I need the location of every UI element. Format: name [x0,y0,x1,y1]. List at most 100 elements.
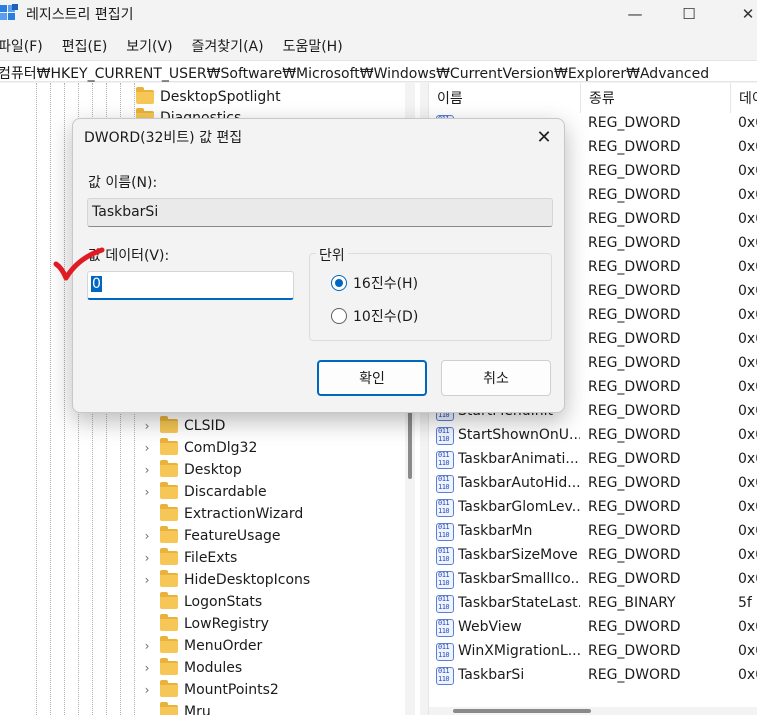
value-data: 0x0 [738,211,757,227]
column-header-type[interactable]: 종류 [581,83,731,113]
chevron-right-icon[interactable]: › [140,441,154,455]
value-data: 0x0 [738,235,757,251]
tree-item[interactable]: ExtractionWizard [140,503,303,525]
value-row[interactable]: TaskbarAnimati... REG_DWORD 0x0 [429,448,757,472]
radio-unchecked-icon[interactable] [331,308,347,324]
value-name: WebView [458,619,522,635]
value-type: REG_DWORD [588,643,681,659]
tree-item[interactable]: LogonStats [140,591,262,613]
chevron-right-icon[interactable]: › [140,419,154,433]
tree-item[interactable]: › HideDesktopIcons [140,569,310,591]
menu-view[interactable]: 보기(V) [126,30,181,58]
value-name: TaskbarSizeMove [458,547,578,563]
title-bar: 레지스트리 편집기 — ☐ ✕ [0,0,757,28]
address-path[interactable]: 컴퓨터₩HKEY_CURRENT_USER₩Software₩Microsoft… [0,63,709,83]
value-row[interactable]: TaskbarAutoHid... REG_DWORD 0x0 [429,472,757,496]
tree-item[interactable]: Mru [140,701,211,715]
menu-edit[interactable]: 편집(E) [62,30,117,58]
hexadecimal-radio[interactable]: 16진수(H) [331,273,418,293]
chevron-right-icon[interactable]: › [140,463,154,477]
close-icon[interactable]: ✕ [725,0,757,28]
tree-item-label: LogonStats [184,594,263,610]
menu-bar: 파일(F) 편집(E) 보기(V) 즐겨찾기(A) 도움말(H) [0,30,362,58]
value-row[interactable]: TaskbarSmallIco... REG_DWORD 0x0 [429,568,757,592]
address-bar[interactable]: 컴퓨터₩HKEY_CURRENT_USER₩Software₩Microsoft… [0,60,757,82]
menu-help[interactable]: 도움말(H) [283,30,352,58]
value-row[interactable]: TaskbarSizeMove REG_DWORD 0x0 [429,544,757,568]
chevron-right-icon[interactable]: › [140,639,154,653]
chevron-right-icon[interactable]: › [140,485,154,499]
value-data: 0x0 [738,547,757,563]
value-data: 0x0 [738,139,757,155]
tree-item-label: ComDlg32 [184,440,258,456]
value-data: 0x0 [738,307,757,323]
value-data: 0x0 [738,403,757,419]
column-header-data[interactable]: 데이 [731,83,757,113]
folder-icon [160,416,178,433]
tree-item[interactable]: › Modules [140,657,242,679]
tree-item[interactable]: › CLSID [140,415,225,437]
tree-item[interactable]: › MountPoints2 [140,679,279,701]
value-data: 0x0 [738,499,757,515]
tree-item[interactable]: › FileExts [140,547,237,569]
values-scrollbar-thumb[interactable] [453,709,591,713]
value-row[interactable]: TaskbarSi REG_DWORD 0x0 [429,664,757,688]
tree-item[interactable]: › FeatureUsage [140,525,281,547]
radio-checked-icon[interactable] [331,275,347,291]
folder-icon [160,592,178,609]
value-row[interactable]: TaskbarStateLast... REG_BINARY 5f [429,592,757,616]
maximize-icon[interactable]: ☐ [666,0,712,28]
value-type: REG_DWORD [588,379,681,395]
value-row[interactable]: WebView REG_DWORD 0x0 [429,616,757,640]
cancel-button[interactable]: 취소 [441,360,551,396]
tree-item[interactable]: › Discardable [140,481,267,503]
value-name: TaskbarAutoHid... [458,475,580,491]
tree-item[interactable]: › ComDlg32 [140,437,257,459]
chevron-right-icon[interactable]: › [140,551,154,565]
chevron-right-icon[interactable]: › [140,661,154,675]
tree-guide-line [36,83,37,715]
tree-item-label: Desktop [184,462,242,478]
tree-item[interactable]: › MenuOrder [140,635,262,657]
column-header-name[interactable]: 이름 [429,83,581,113]
decimal-radio[interactable]: 10진수(D) [331,306,418,326]
chevron-right-icon[interactable]: › [140,683,154,697]
value-row[interactable]: TaskbarMn REG_DWORD 0x0 [429,520,757,544]
reg-dword-icon [436,427,454,445]
folder-icon [160,526,178,543]
chevron-right-icon[interactable]: › [140,573,154,587]
value-data: 0x0 [738,283,757,299]
value-type: REG_DWORD [588,355,681,371]
tree-item[interactable]: DesktopSpotlight [136,86,281,108]
value-name: TaskbarAnimati... [458,451,579,467]
ok-button[interactable]: 확인 [317,360,427,396]
minimize-icon[interactable]: — [612,0,658,28]
folder-icon [160,680,178,697]
value-data: 5f [738,595,752,611]
value-data: 0x0 [738,475,757,491]
value-type: REG_DWORD [588,571,681,587]
value-type: REG_DWORD [588,451,681,467]
tree-scrollbar-thumb[interactable] [408,411,412,479]
values-scrollbar[interactable] [429,707,757,715]
reg-dword-icon [436,643,454,661]
reg-binary-icon [436,595,454,613]
value-type: REG_DWORD [588,331,681,347]
menu-favorites[interactable]: 즐겨찾기(A) [192,30,273,58]
tree-item[interactable]: › Desktop [140,459,242,481]
close-icon[interactable]: ✕ [529,123,559,151]
value-data-input[interactable]: 0 [87,271,294,300]
value-row[interactable]: StartShownOnU... REG_DWORD 0x0 [429,424,757,448]
reg-dword-icon [436,499,454,517]
menu-file[interactable]: 파일(F) [0,30,52,58]
chevron-right-icon[interactable]: › [140,529,154,543]
value-row[interactable]: TaskbarGlomLev... REG_DWORD 0x0 [429,496,757,520]
reg-dword-icon [436,571,454,589]
decimal-label: 10진수(D) [353,309,419,325]
tree-item-label: MenuOrder [184,638,263,654]
value-row[interactable]: WinXMigrationL... REG_DWORD 0x0 [429,640,757,664]
value-type: REG_DWORD [588,163,681,179]
reg-dword-icon [436,667,454,685]
tree-item[interactable]: LowRegistry [140,613,269,635]
value-data: 0x0 [738,451,757,467]
